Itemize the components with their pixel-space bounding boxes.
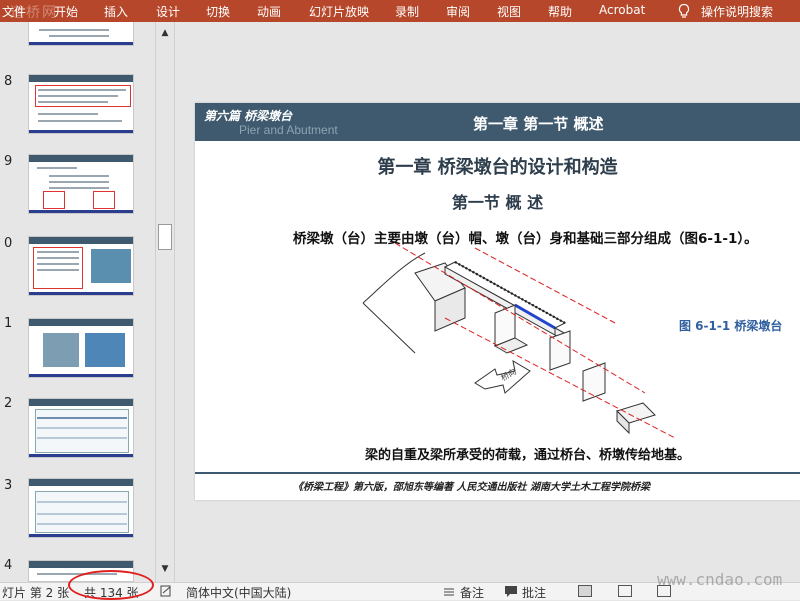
normal-view-icon[interactable] [578,585,592,597]
slide-sorter-view-icon[interactable] [618,585,632,597]
tab-home[interactable]: 开始 [54,3,78,20]
chapter-header: 第一章 第一节 概述 [473,115,604,133]
footer-rule [195,472,800,474]
slide-subtitle: 第一节 概 述 [451,193,544,212]
slide-header-band: 第六篇 桥梁墩台 Pier and Abutment 第一章 第一节 概述 [195,103,800,141]
slide-thumbnail[interactable] [28,398,134,458]
thumbnail-scrollbar[interactable]: ▲ ▼ [155,22,173,582]
tab-acrobat[interactable]: Acrobat [599,3,645,17]
figure-caption: 图 6-1-1 桥梁墩台 [679,319,783,333]
scroll-down-arrow-icon[interactable]: ▼ [158,564,172,578]
part-title: 第六篇 桥梁墩台 [204,109,293,123]
tab-help[interactable]: 帮助 [548,3,572,20]
tab-insert[interactable]: 插入 [104,3,128,20]
slide-counter[interactable]: 灯片 第 2 张 [2,584,69,601]
slide-thumbnail-pane[interactable]: 8 9 0 1 2 3 4 [0,22,155,582]
slide-thumbnail[interactable] [28,154,134,214]
thumbnail-number: 2 [4,396,13,411]
comments-icon[interactable] [504,585,518,598]
slide-footer: 《桥梁工程》第六版，邵旭东等编著 人民交通出版社 湖南大学土木工程学院桥梁 [293,482,650,493]
tab-transitions[interactable]: 切换 [206,3,230,20]
current-slide[interactable]: 第六篇 桥梁墩台 Pier and Abutment 第一章 第一节 概述 第一… [195,103,800,500]
tab-view[interactable]: 视图 [497,3,521,20]
spelling-check-icon[interactable] [160,585,172,597]
lightbulb-icon[interactable] [676,3,692,19]
slide-thumbnail[interactable] [28,22,134,46]
thumbnail-number: 9 [4,154,13,169]
part-subtitle: Pier and Abutment [239,123,338,137]
language-indicator[interactable]: 简体中文(中国大陆) [186,584,291,601]
red-annotation-ellipse [68,570,154,600]
tell-me-search[interactable]: 操作说明搜索 [701,3,773,20]
scroll-up-arrow-icon[interactable]: ▲ [158,28,172,42]
tab-record[interactable]: 录制 [395,3,419,20]
thumbnail-number: 8 [4,74,13,89]
ribbon-tab-bar: 道桥网 文件 开始 插入 设计 切换 动画 幻灯片放映 录制 审阅 视图 帮助 … [0,0,800,22]
slide-thumbnail[interactable] [28,74,134,134]
scrollbar-thumb[interactable] [158,224,172,250]
site-watermark: www.cndao.com [657,570,783,589]
thumbnail-number: 0 [4,236,13,251]
load-transfer-text: 梁的自重及梁所承受的荷载，通过桥台、桥墩传给地基。 [365,448,691,463]
thumbnail-number: 1 [4,316,13,331]
notes-icon[interactable] [443,586,455,597]
notes-button[interactable]: 备注 [460,584,484,601]
tab-design[interactable]: 设计 [156,3,180,20]
slide-thumbnail[interactable] [28,478,134,538]
thumbnail-number: 3 [4,478,13,493]
tab-slideshow[interactable]: 幻灯片放映 [309,3,369,20]
tab-file[interactable]: 文件 [2,3,26,20]
tab-animations[interactable]: 动画 [257,3,281,20]
thumbnail-number: 4 [4,558,13,573]
slide-thumbnail[interactable] [28,318,134,378]
comments-button[interactable]: 批注 [522,584,546,601]
bridge-pier-abutment-diagram: 桥向 [362,243,675,439]
bridge-direction-label: 桥向 [499,366,518,383]
tab-review[interactable]: 审阅 [446,3,470,20]
slide-title: 第一章 桥梁墩台的设计和构造 [377,157,618,178]
slide-thumbnail[interactable] [28,236,134,296]
